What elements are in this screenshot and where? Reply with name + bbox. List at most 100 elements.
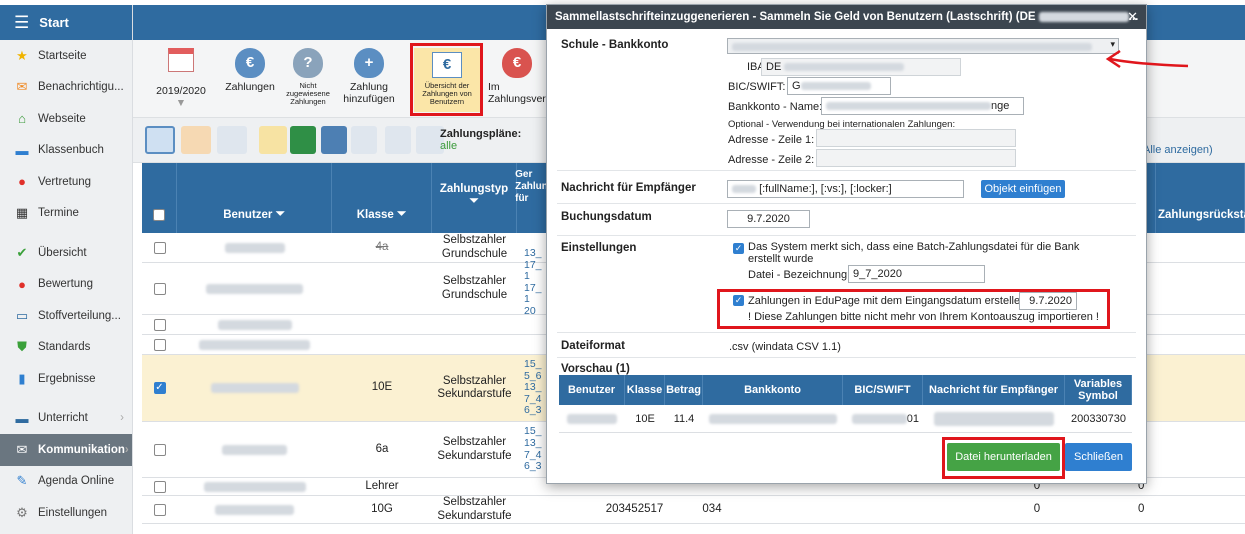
payment-links-cell[interactable]: 15_ 5_6 13_ 7_4 6_3 (524, 355, 546, 421)
row-select-cell[interactable] (142, 315, 177, 334)
sidebar-item-klassenbuch[interactable]: ▬ Klassenbuch (0, 135, 132, 167)
sidebar-item-bewertung[interactable]: ● Bewertung (0, 269, 132, 301)
file-format-value: .csv (windata CSV 1.1) (729, 341, 841, 353)
add-payment-button[interactable]: + Zahlung hinzufügen (343, 48, 395, 105)
close-icon[interactable]: ✕ (1127, 9, 1138, 25)
row-checkbox[interactable] (153, 480, 166, 493)
row-select-cell[interactable] (142, 478, 177, 495)
header-user[interactable]: Benutzer ⏷ (177, 163, 332, 233)
sidebar-item-label: Webseite (38, 112, 86, 125)
row-select-cell[interactable] (142, 263, 177, 314)
header-class[interactable]: Klasse ⏷ (332, 163, 432, 233)
user-name-cell[interactable] (177, 315, 332, 334)
row-checkbox[interactable] (153, 503, 166, 516)
sidebar-item-webseite[interactable]: ⌂ Webseite (0, 103, 132, 135)
account-name-field[interactable]: nge (821, 97, 1024, 115)
user-name-cell[interactable] (177, 355, 332, 421)
sidebar-item-benachrichtigu[interactable]: ✉ Benachrichtigu... (0, 72, 132, 104)
create-payments-checkbox[interactable]: ✓ (733, 295, 744, 306)
row-checkbox[interactable] (153, 338, 166, 351)
year-selector[interactable]: 2019/2020 ▼ (151, 48, 211, 109)
payment-type-cell: Selbstzahler Sekundarstufe (437, 436, 512, 462)
bic-field[interactable]: G (787, 77, 891, 95)
direct-debit-dialog: Sammellastschrifteinzuggenerieren - Samm… (546, 4, 1147, 484)
sidebar-item-kommunikation[interactable]: ✉ Kommunikation › (0, 434, 132, 466)
remember-batch-text: Das System merkt sich, dass eine Batch-Z… (748, 241, 1080, 266)
row-select-cell[interactable] (142, 496, 177, 523)
sidebar-header[interactable]: ☰ Start (0, 5, 132, 40)
row-checkbox[interactable] (153, 241, 166, 254)
sidebar-item-startseite[interactable]: ★ Startseite (0, 40, 132, 72)
table-row[interactable]: 10G Selbstzahler Sekundarstufe 203452517 03… (142, 496, 1245, 524)
header-payment-type[interactable]: Zahlungstyp ⏷ (432, 163, 517, 233)
bank-icon[interactable] (321, 126, 347, 154)
card-view-icon[interactable] (217, 126, 247, 154)
user-name-cell[interactable] (177, 263, 332, 314)
sidebar-item-vertretung[interactable]: ● Vertretung (0, 166, 132, 198)
filter-icon[interactable]: ⏷ (469, 195, 478, 208)
sidebar-item-agenda-online[interactable]: ✎ Agenda Online (0, 466, 132, 498)
sidebar-item-unterricht[interactable]: ▬ Unterricht › (0, 403, 132, 435)
amount-cell: 0 (1033, 502, 1041, 515)
parents-view-icon[interactable] (181, 126, 211, 154)
download-file-button[interactable]: Datei herunterladen (947, 443, 1060, 471)
preview-cell-bic: 01 (843, 405, 923, 433)
file-name-field[interactable]: 9_7_2020 (848, 265, 985, 283)
sidebar-item-einstellungen[interactable]: ⚙ Einstellungen (0, 497, 132, 529)
bank-account-select[interactable]: ▾ (727, 38, 1119, 54)
row-select-cell[interactable]: ✓ (142, 355, 177, 421)
iban-field[interactable]: DE (761, 58, 961, 76)
user-name-cell[interactable] (177, 422, 332, 477)
payment-links-cell[interactable] (524, 478, 546, 495)
divider (557, 170, 1136, 171)
hamburger-menu-icon[interactable]: ☰ (14, 13, 29, 33)
message-field[interactable]: [:fullName:], [:vs:], [:locker:] (727, 180, 964, 198)
sidebar-item-termine[interactable]: ▦ Termine (0, 198, 132, 230)
header-select-all[interactable] (142, 163, 177, 233)
user-name-cell[interactable] (177, 335, 332, 354)
create-payments-date-field[interactable]: 9.7.2020 (1019, 292, 1077, 310)
user-name-cell[interactable] (177, 233, 332, 262)
add-document-icon[interactable] (385, 126, 411, 154)
preview-cell-class: 10E (625, 405, 665, 433)
payment-arrears-button[interactable]: € Im Zahlungsverz (488, 48, 551, 105)
row-checkbox[interactable] (153, 443, 166, 456)
payment-plans-value[interactable]: alle (440, 140, 457, 152)
row-select-cell[interactable] (142, 422, 177, 477)
payment-links-cell[interactable]: 15_ 13_ 7_4 6_3 (524, 422, 546, 477)
payment-links-cell[interactable] (524, 335, 546, 354)
filter-icon[interactable]: ⏷ (397, 208, 406, 221)
payment-links-cell[interactable]: 13_ 17_1 17_1 20_1 (524, 247, 546, 328)
email-icon[interactable] (259, 126, 287, 154)
booking-date-field[interactable]: 9.7.2020 (727, 210, 810, 228)
user-name-cell[interactable] (177, 496, 332, 523)
insert-object-button[interactable]: Objekt einfügen (981, 180, 1065, 198)
filter-icon[interactable]: ⏷ (276, 208, 285, 221)
students-view-icon[interactable] (145, 126, 175, 154)
unassigned-payments-button[interactable]: ? Nicht zugewiesene Zahlungen (283, 48, 333, 106)
row-checkbox[interactable] (153, 318, 166, 331)
sidebar-item-übersicht[interactable]: ✔ Übersicht (0, 237, 132, 269)
close-button[interactable]: Schließen (1065, 443, 1132, 471)
row-select-cell[interactable] (142, 335, 177, 354)
show-all-link[interactable]: Alle anzeigen) (1143, 144, 1213, 156)
excel-icon[interactable] (290, 126, 316, 154)
chevron-right-icon: › (124, 443, 129, 456)
school-icon: ▬ (15, 410, 29, 426)
row-select-cell[interactable] (142, 233, 177, 262)
address-line-2-field[interactable] (816, 149, 1016, 167)
remember-batch-checkbox[interactable]: ✓ (733, 243, 744, 254)
select-all-checkbox[interactable] (153, 209, 165, 221)
preview-header-amount: Betrag (665, 375, 703, 405)
sidebar-item-ergebnisse[interactable]: ▮ Ergebnisse (0, 363, 132, 395)
sidebar-item-stoffverteilung[interactable]: ▭ Stoffverteilung... (0, 300, 132, 332)
row-checkbox[interactable]: ✓ (153, 382, 166, 394)
payment-links-cell[interactable] (524, 496, 546, 523)
sidebar-item-standards[interactable]: ⛊ Standards (0, 332, 132, 364)
payment-links-cell[interactable] (524, 315, 546, 334)
euro-icon[interactable] (351, 126, 377, 154)
row-checkbox[interactable] (153, 282, 166, 295)
payments-button[interactable]: € Zahlungen (223, 48, 277, 94)
user-name-cell[interactable] (177, 478, 332, 495)
address-line-1-field[interactable] (816, 129, 1016, 147)
